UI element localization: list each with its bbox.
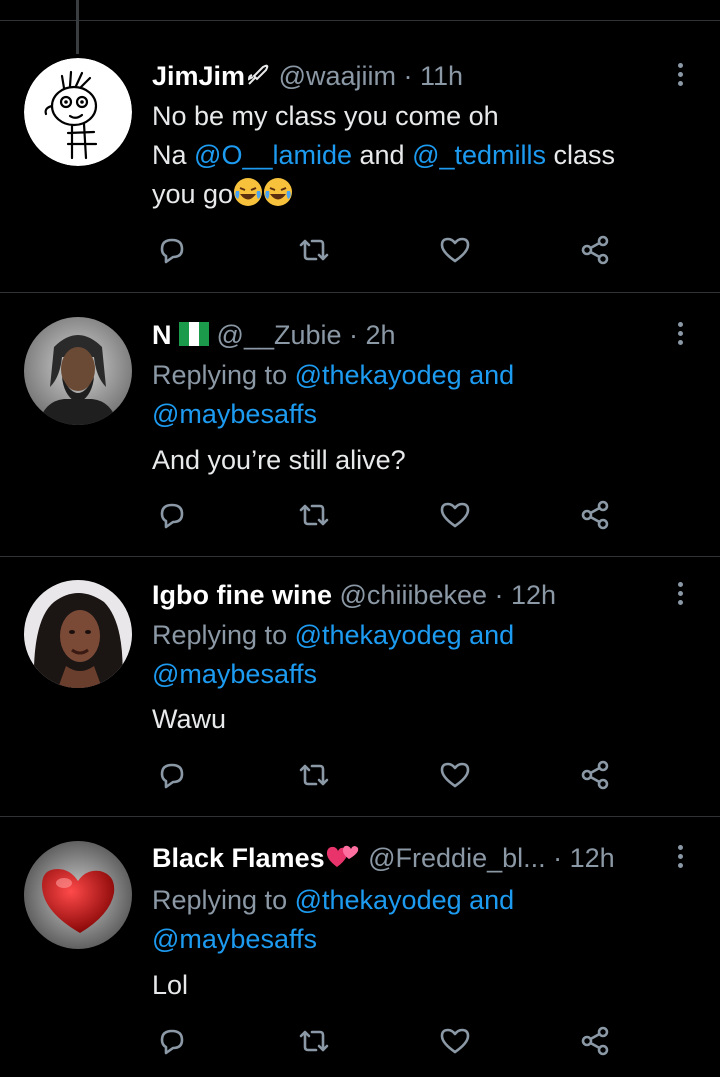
tweet-header: N @__Zubie · 2h bbox=[152, 318, 660, 352]
replying-to-line: Replying to @thekayodeg and bbox=[152, 356, 514, 395]
mention-link[interactable]: @O__lamide bbox=[194, 140, 352, 170]
tweet-divider bbox=[0, 292, 720, 293]
text-segment: Na bbox=[152, 140, 195, 170]
handle[interactable]: @Freddie_bl... bbox=[368, 843, 546, 873]
laughing-emoji-icon bbox=[234, 178, 263, 206]
display-name[interactable]: Igbo fine wine bbox=[152, 580, 332, 610]
like-icon[interactable] bbox=[437, 497, 473, 533]
avatar[interactable] bbox=[24, 841, 132, 949]
mention-link[interactable]: @thekayodeg bbox=[295, 360, 462, 390]
mention-link[interactable]: @maybesaffs bbox=[152, 659, 317, 689]
tweet-text-line-3: you go bbox=[152, 175, 293, 214]
like-icon[interactable] bbox=[437, 232, 473, 268]
top-divider bbox=[0, 20, 720, 21]
tweet-text-line-2: Na @O__lamide and @_tedmills class bbox=[152, 136, 615, 175]
mention-link[interactable]: @thekayodeg bbox=[295, 620, 462, 650]
avatar[interactable] bbox=[24, 317, 132, 425]
share-icon[interactable] bbox=[578, 1023, 614, 1059]
thread-connector bbox=[76, 0, 79, 54]
tweet-text: Wawu bbox=[152, 704, 227, 734]
text-segment: and bbox=[352, 140, 413, 170]
display-name[interactable]: JimJim bbox=[152, 61, 245, 91]
mention-link[interactable]: @_tedmills bbox=[412, 140, 546, 170]
like-icon[interactable] bbox=[437, 1023, 473, 1059]
display-name[interactable]: N bbox=[152, 320, 172, 350]
avatar[interactable] bbox=[24, 58, 132, 166]
display-name[interactable]: Black Flames bbox=[152, 843, 325, 873]
reply-icon[interactable] bbox=[154, 1023, 190, 1059]
reply-and-text: and bbox=[461, 620, 515, 650]
reply-icon[interactable] bbox=[154, 232, 190, 268]
handle[interactable]: @__Zubie bbox=[217, 320, 342, 350]
separator-dot: · bbox=[341, 320, 366, 350]
avatar-image bbox=[24, 580, 132, 688]
tweet-text: And you’re still alive? bbox=[152, 445, 406, 475]
tweet-text: Lol bbox=[152, 970, 189, 1000]
retweet-icon[interactable] bbox=[296, 1023, 332, 1059]
more-options-icon[interactable] bbox=[668, 841, 692, 871]
tweet-actions bbox=[0, 757, 720, 797]
tweet-actions bbox=[0, 1023, 720, 1063]
retweet-icon[interactable] bbox=[296, 757, 332, 793]
tweet-text-line-1: No be my class you come oh bbox=[152, 97, 499, 136]
tweet-divider bbox=[0, 816, 720, 817]
tweet-actions bbox=[0, 497, 720, 537]
text-segment: No be my class you come oh bbox=[152, 101, 499, 131]
replying-to-label: Replying to bbox=[152, 360, 295, 390]
reply-and-text: and bbox=[461, 360, 515, 390]
retweet-icon[interactable] bbox=[296, 232, 332, 268]
mention-link[interactable]: @maybesaffs bbox=[152, 924, 317, 954]
separator-dot: · bbox=[487, 580, 512, 610]
tweet-header: Black Flames @Freddie_bl... · 12h bbox=[152, 841, 660, 875]
avatar-image bbox=[24, 841, 132, 949]
reply-and-text: and bbox=[461, 885, 515, 915]
replying-to-label: Replying to bbox=[152, 885, 295, 915]
separator-dot: · bbox=[545, 843, 570, 873]
replying-to-label: Replying to bbox=[152, 620, 295, 650]
timestamp[interactable]: 2h bbox=[366, 320, 396, 350]
laughing-emoji-icon bbox=[264, 178, 293, 206]
replying-to-line: Replying to @thekayodeg and bbox=[152, 881, 514, 920]
rocket-icon bbox=[248, 64, 269, 85]
reply-icon[interactable] bbox=[154, 757, 190, 793]
avatar-image bbox=[24, 317, 132, 425]
reply-icon[interactable] bbox=[154, 497, 190, 533]
separator-dot: · bbox=[396, 61, 421, 91]
replying-to-line-2: @maybesaffs bbox=[152, 920, 317, 959]
share-icon[interactable] bbox=[578, 497, 614, 533]
tweet-actions bbox=[0, 232, 720, 272]
tweet-header: JimJim @waajiim · 11h bbox=[152, 59, 660, 93]
share-icon[interactable] bbox=[578, 232, 614, 268]
handle[interactable]: @chiiibekee bbox=[340, 580, 488, 610]
tweet-divider bbox=[0, 556, 720, 557]
timestamp[interactable]: 11h bbox=[420, 61, 463, 91]
timestamp[interactable]: 12h bbox=[570, 843, 615, 873]
text-segment: you go bbox=[152, 179, 234, 209]
two-hearts-icon bbox=[326, 845, 358, 867]
text-segment: class bbox=[546, 140, 616, 170]
share-icon[interactable] bbox=[578, 757, 614, 793]
nigeria-flag-icon bbox=[179, 322, 210, 346]
retweet-icon[interactable] bbox=[296, 497, 332, 533]
avatar-image bbox=[24, 58, 132, 166]
timestamp[interactable]: 12h bbox=[511, 580, 556, 610]
replying-to-line-2: @maybesaffs bbox=[152, 655, 317, 694]
more-options-icon[interactable] bbox=[668, 318, 692, 348]
avatar[interactable] bbox=[24, 580, 132, 688]
handle[interactable]: @waajiim bbox=[279, 61, 396, 91]
mention-link[interactable]: @thekayodeg bbox=[295, 885, 462, 915]
more-options-icon[interactable] bbox=[668, 578, 692, 608]
replying-to-line: Replying to @thekayodeg and bbox=[152, 616, 514, 655]
mention-link[interactable]: @maybesaffs bbox=[152, 399, 317, 429]
like-icon[interactable] bbox=[437, 757, 473, 793]
replying-to-line-2: @maybesaffs bbox=[152, 395, 317, 434]
more-options-icon[interactable] bbox=[668, 59, 692, 89]
tweet-header: Igbo fine wine @chiiibekee · 12h bbox=[152, 578, 660, 612]
